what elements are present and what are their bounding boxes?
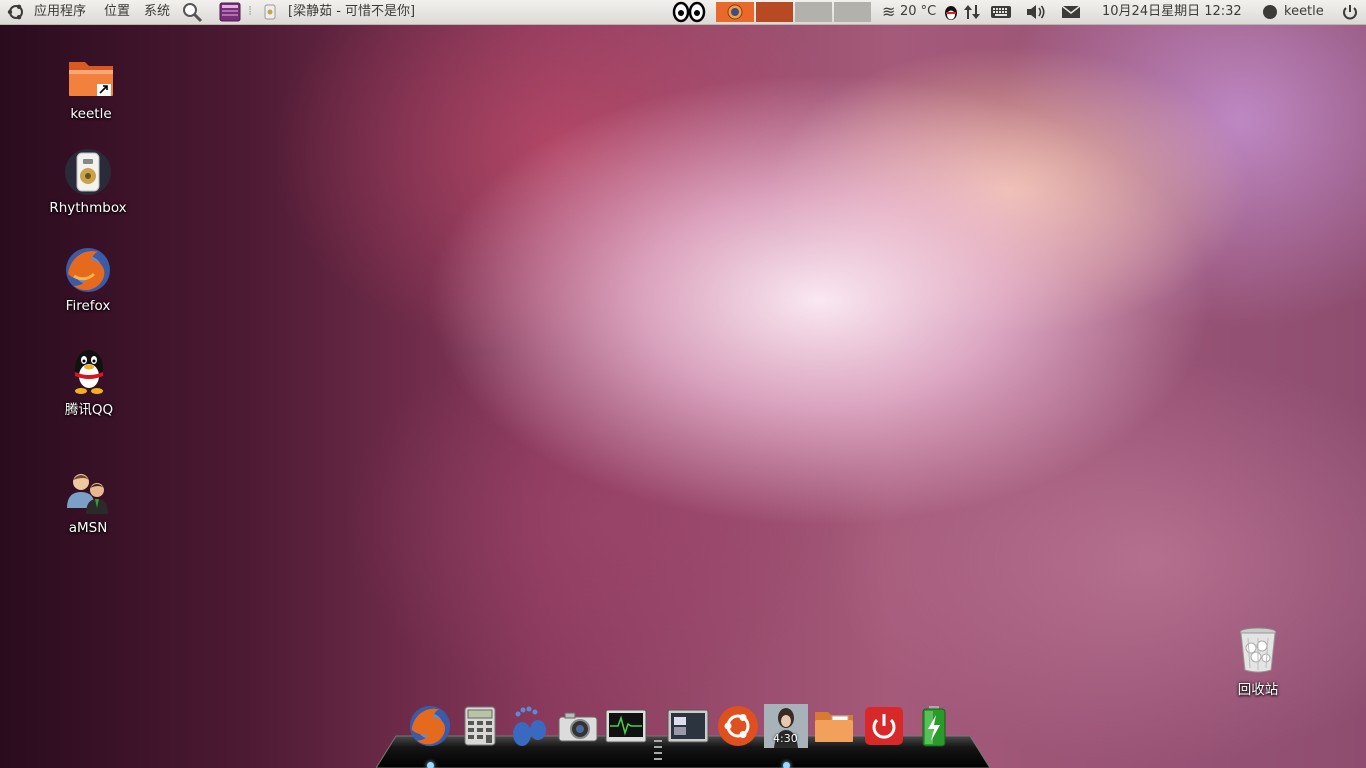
ubuntu-menu-icon[interactable] — [6, 0, 28, 24]
task-button-music[interactable]: [梁静茹 - 可惜不是你] — [288, 0, 415, 24]
battery-icon — [922, 706, 946, 747]
desktop-icon-qq[interactable]: 腾讯QQ — [44, 346, 134, 418]
qq-penguin-icon — [65, 346, 113, 394]
workspace-2[interactable] — [795, 2, 832, 22]
desktop-icon-firefox[interactable]: Firefox — [43, 246, 133, 314]
running-indicator — [783, 762, 790, 768]
qq-tray-icon[interactable] — [942, 0, 960, 24]
desktop-icon-home[interactable]: keetle — [46, 54, 136, 122]
desktop-icon-label: aMSN — [68, 520, 108, 536]
applications-menu[interactable]: 应用程序 — [34, 0, 86, 24]
top-panel: 应用程序 位置 系统 ⁞ [梁静茹 - 可惜不是你] ≋ 20 °C 10月24… — [0, 0, 1366, 25]
dock-gnome-foot[interactable] — [508, 704, 552, 748]
desktop-icon-trash[interactable]: 回收站 — [1213, 626, 1303, 698]
desktop-icon-rhythmbox[interactable]: Rhythmbox — [43, 148, 133, 216]
shutdown-icon[interactable] — [1340, 0, 1360, 24]
dock-power[interactable] — [862, 704, 906, 748]
weather-icon[interactable]: ≋ — [882, 0, 895, 24]
user-status-icon[interactable] — [1261, 0, 1279, 24]
dock-calculator[interactable] — [458, 704, 502, 748]
weather-temperature[interactable]: 20 °C — [900, 0, 936, 24]
system-monitor-icon — [605, 709, 647, 743]
rhythmbox-icon — [64, 148, 112, 196]
search-icon[interactable] — [180, 0, 204, 24]
camera-icon — [558, 712, 598, 742]
calculator-icon — [464, 706, 496, 746]
network-icon[interactable] — [962, 0, 982, 24]
desktop-icon-amsn[interactable]: aMSN — [43, 468, 133, 536]
running-indicator — [427, 762, 434, 768]
dock-file-manager[interactable] — [812, 704, 856, 748]
desktop-icon-label: keetle — [70, 106, 112, 122]
power-icon — [865, 707, 903, 745]
gnome-foot-icon — [513, 706, 546, 746]
eyes-applet-icon[interactable] — [672, 0, 706, 24]
workspace-1[interactable] — [756, 2, 793, 22]
dock-firefox[interactable] — [408, 704, 452, 748]
dock-battery[interactable] — [912, 704, 956, 748]
volume-icon[interactable] — [1024, 0, 1048, 24]
desktop-icon-label: Rhythmbox — [49, 200, 127, 216]
keyboard-icon[interactable] — [990, 0, 1012, 24]
firefox-icon — [409, 705, 451, 747]
dock-ubuntu[interactable] — [716, 704, 760, 748]
dock-music-album[interactable]: 4:30 — [764, 704, 808, 748]
mail-icon[interactable] — [1060, 0, 1082, 24]
dock-camera[interactable] — [556, 704, 600, 748]
amsn-icon — [64, 468, 112, 516]
workspace-switcher-icon[interactable] — [218, 0, 242, 24]
home-folder-icon — [67, 54, 115, 102]
ubuntu-icon — [718, 706, 758, 746]
desktop-icon-label: 腾讯QQ — [64, 402, 114, 418]
user-name[interactable]: keetle — [1284, 0, 1324, 24]
music-player-icon[interactable] — [262, 0, 280, 24]
system-menu[interactable]: 系统 — [144, 0, 170, 24]
workspace-3[interactable] — [834, 2, 871, 22]
album-time: 4:30 — [773, 732, 798, 745]
dock-terminal[interactable] — [666, 704, 710, 748]
file-manager-icon — [815, 712, 853, 742]
panel-separator: ⁞ — [248, 4, 253, 19]
window-list-firefox[interactable] — [716, 2, 754, 22]
terminal-icon — [667, 709, 709, 743]
firefox-icon — [64, 246, 112, 294]
dock-separator — [652, 738, 664, 764]
desktop-icon-label: Firefox — [65, 298, 111, 314]
clock[interactable]: 10月24日星期日 12:32 — [1102, 0, 1242, 24]
trash-icon — [1234, 626, 1282, 674]
desktop-icon-label: 回收站 — [1237, 682, 1279, 698]
dock-system-monitor[interactable] — [604, 704, 648, 748]
places-menu[interactable]: 位置 — [104, 0, 130, 24]
